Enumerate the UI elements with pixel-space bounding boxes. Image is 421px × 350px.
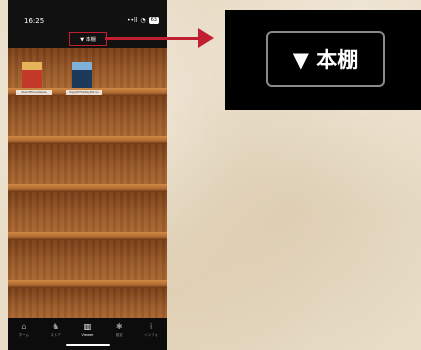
tab-viewer[interactable]: ▥ Viewer xyxy=(74,322,100,337)
shelf-row xyxy=(8,288,167,318)
bookshelf: StarofPlanetGaia SignOfTheSkyMirror xyxy=(8,48,167,318)
shelf-row: StarofPlanetGaia SignOfTheSkyMirror xyxy=(8,48,167,96)
shelf-row xyxy=(8,144,167,192)
status-bar: 16:25 ••ll ◔ 63 xyxy=(8,0,167,28)
wifi-icon: ◔ xyxy=(140,17,146,24)
book-title: SignOfTheSkyMirror xyxy=(66,90,102,95)
signal-icon: ••ll xyxy=(126,17,138,24)
shelf-row xyxy=(8,96,167,144)
shelf-row xyxy=(8,240,167,288)
book-item[interactable]: SignOfTheSkyMirror xyxy=(66,62,102,95)
tab-label: ホーム xyxy=(18,333,30,337)
book-cover[interactable] xyxy=(72,62,92,88)
callout-arrow-head xyxy=(198,28,214,48)
bookshelf-dropdown-zoomed: ▼ 本棚 xyxy=(266,31,385,87)
tab-settings[interactable]: ✱ 設定 xyxy=(106,322,132,338)
tab-label: ストア xyxy=(50,333,61,337)
home-icon: ⌂ xyxy=(21,322,27,331)
status-icons: ••ll ◔ 63 xyxy=(127,17,159,24)
tab-info[interactable]: i インフォ xyxy=(138,322,164,338)
shelf-row xyxy=(8,192,167,240)
info-icon: i xyxy=(149,322,153,331)
viewer-icon: ▥ xyxy=(83,322,92,331)
tab-label: インフォ xyxy=(144,333,159,337)
book-cover[interactable] xyxy=(22,62,42,88)
bookshelf-dropdown-button[interactable]: ▼ 本棚 xyxy=(69,32,107,46)
gear-icon: ✱ xyxy=(115,322,123,331)
battery-icon: 63 xyxy=(148,17,159,24)
tab-label: 設定 xyxy=(115,333,123,337)
home-indicator[interactable] xyxy=(66,344,110,346)
zoom-callout: ▼ 本棚 xyxy=(225,10,421,110)
tab-home[interactable]: ⌂ ホーム xyxy=(11,322,37,338)
tab-store[interactable]: ♞ ストア xyxy=(43,322,69,338)
phone-screen: 16:25 ••ll ◔ 63 ▼ 本棚 ··· StarofPlanetGai… xyxy=(8,0,167,350)
tab-label: Viewer xyxy=(81,333,94,337)
callout-arrow-line xyxy=(105,37,200,40)
book-item[interactable]: StarofPlanetGaia xyxy=(16,62,52,95)
store-icon: ♞ xyxy=(52,322,60,331)
status-time: 16:25 xyxy=(24,17,45,25)
book-title: StarofPlanetGaia xyxy=(16,90,52,95)
